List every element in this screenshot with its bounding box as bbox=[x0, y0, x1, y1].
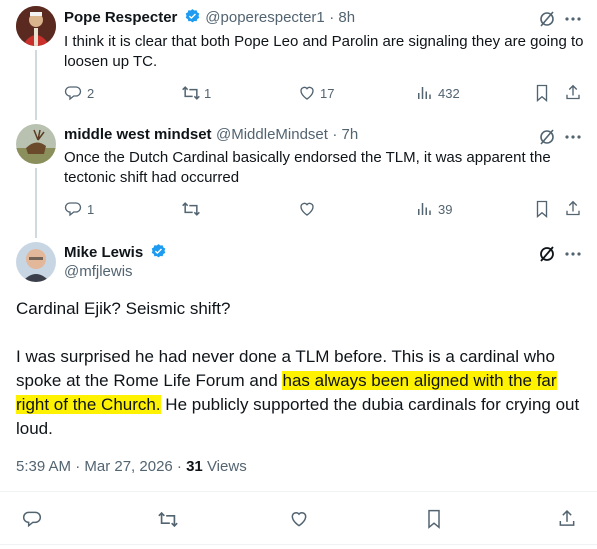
more-icon[interactable] bbox=[563, 127, 583, 147]
reply-header: middle west mindset @MiddleMindset · 7h bbox=[64, 126, 358, 144]
post-time[interactable]: · 8h bbox=[329, 9, 355, 26]
highlighted-text: right of the Church. bbox=[16, 395, 161, 414]
reply-icon[interactable] bbox=[64, 84, 82, 102]
views-count: 31 bbox=[186, 458, 203, 475]
author-handle[interactable]: @mfjlewis bbox=[64, 263, 133, 280]
post-text: Once the Dutch Cardinal basically endors… bbox=[64, 149, 551, 186]
repost-icon[interactable] bbox=[181, 200, 201, 218]
thread-line bbox=[35, 168, 37, 238]
verified-badge-icon bbox=[185, 9, 200, 23]
post-text: I think it is clear that both Pope Leo a… bbox=[64, 33, 584, 70]
verified-badge-icon bbox=[151, 244, 165, 258]
more-icon[interactable] bbox=[563, 244, 583, 264]
avatar[interactable] bbox=[16, 124, 56, 164]
timestamp[interactable]: 5:39 AM · Mar 27, 2026 · bbox=[16, 458, 186, 475]
main-author: Mike Lewis bbox=[64, 243, 167, 262]
thread-line bbox=[35, 50, 37, 120]
author-name[interactable]: Pope Respecter bbox=[64, 9, 177, 26]
repost-count: 1 bbox=[204, 86, 212, 101]
post-text-body: I was surprised he had never done a TLM … bbox=[16, 345, 586, 441]
reply-icon[interactable] bbox=[22, 509, 42, 529]
grok-icon[interactable] bbox=[537, 127, 557, 147]
divider bbox=[0, 491, 597, 492]
reply-header: Pope Respecter @poperespecter1 · 8h bbox=[64, 8, 355, 27]
like-count: 17 bbox=[320, 86, 335, 101]
highlighted-text: has always been aligned with the far bbox=[282, 371, 557, 390]
like-icon[interactable] bbox=[298, 84, 316, 102]
author-name[interactable]: Mike Lewis bbox=[64, 244, 143, 261]
post-text: Cardinal Ejik? Seismic shift? bbox=[16, 299, 231, 318]
avatar[interactable] bbox=[16, 242, 56, 282]
repost-icon[interactable] bbox=[181, 84, 201, 102]
bookmark-icon[interactable] bbox=[425, 509, 443, 529]
reply-count: 2 bbox=[87, 86, 95, 101]
reply-icon[interactable] bbox=[64, 200, 82, 218]
repost-icon[interactable] bbox=[157, 510, 179, 529]
bookmark-icon[interactable] bbox=[534, 200, 550, 218]
bookmark-icon[interactable] bbox=[534, 84, 550, 102]
post-time[interactable]: · 7h bbox=[332, 126, 358, 143]
divider bbox=[0, 544, 597, 545]
views-icon[interactable] bbox=[415, 84, 433, 102]
author-handle[interactable]: @poperespecter1 bbox=[205, 9, 324, 26]
grok-icon[interactable] bbox=[537, 244, 557, 264]
views-label: Views bbox=[202, 458, 247, 475]
more-icon[interactable] bbox=[563, 9, 583, 29]
reply-count: 1 bbox=[87, 202, 95, 217]
grok-icon[interactable] bbox=[537, 9, 557, 29]
avatar[interactable] bbox=[16, 6, 56, 46]
share-icon[interactable] bbox=[564, 199, 582, 218]
share-icon[interactable] bbox=[564, 83, 582, 102]
like-icon[interactable] bbox=[298, 200, 316, 218]
views-count: 39 bbox=[438, 202, 453, 217]
views-count: 432 bbox=[438, 86, 460, 101]
share-icon[interactable] bbox=[557, 508, 577, 529]
post-meta: 5:39 AM · Mar 27, 2026 · 31 Views bbox=[16, 458, 247, 475]
author-name[interactable]: middle west mindset bbox=[64, 126, 212, 143]
views-icon[interactable] bbox=[415, 200, 433, 218]
like-icon[interactable] bbox=[289, 509, 309, 529]
author-handle[interactable]: @MiddleMindset bbox=[216, 126, 328, 143]
